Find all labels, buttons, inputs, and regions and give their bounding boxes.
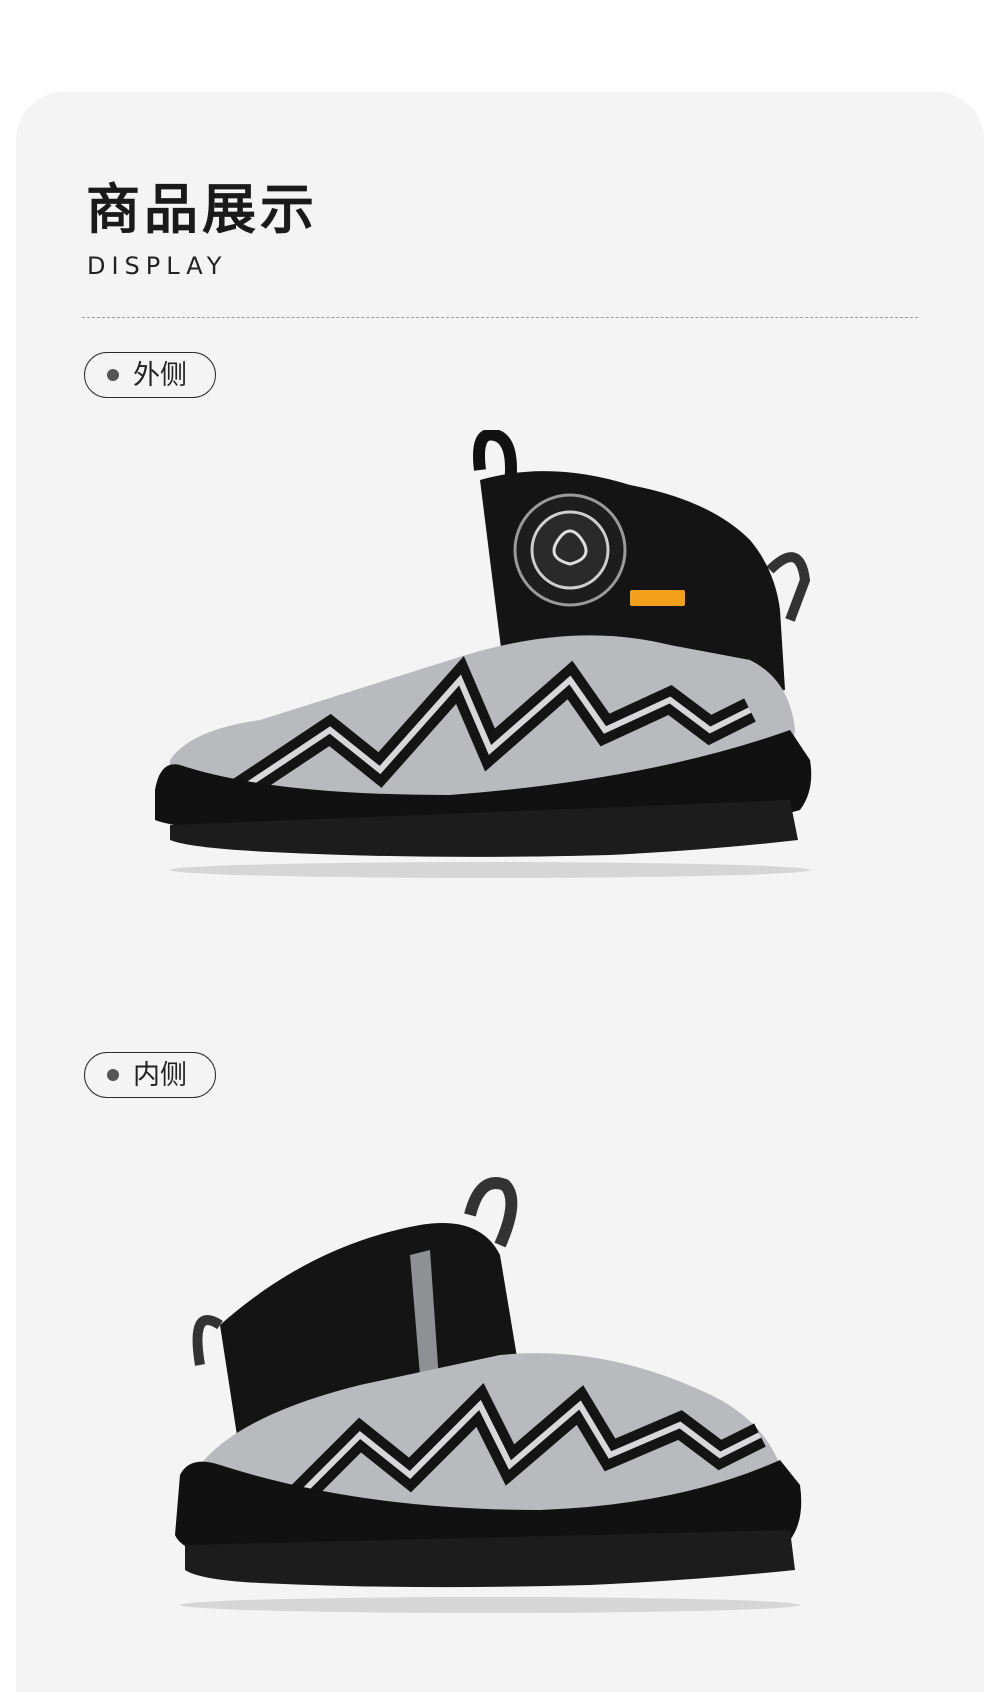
shoe-inner-side-image: [175, 1177, 802, 1613]
section-subtitle: DISPLAY: [87, 252, 228, 280]
view-tag-outer: 外侧: [84, 352, 216, 398]
shoe-outer-side-image: [155, 430, 812, 878]
section-title: 商品展示: [86, 178, 318, 241]
dashed-divider: [82, 317, 918, 318]
view-tag-label: 内侧: [133, 1059, 187, 1091]
bullet-dot-icon: [107, 1069, 119, 1081]
view-tag-label: 外侧: [133, 359, 187, 391]
bullet-dot-icon: [107, 369, 119, 381]
view-tag-inner: 内侧: [84, 1052, 216, 1098]
